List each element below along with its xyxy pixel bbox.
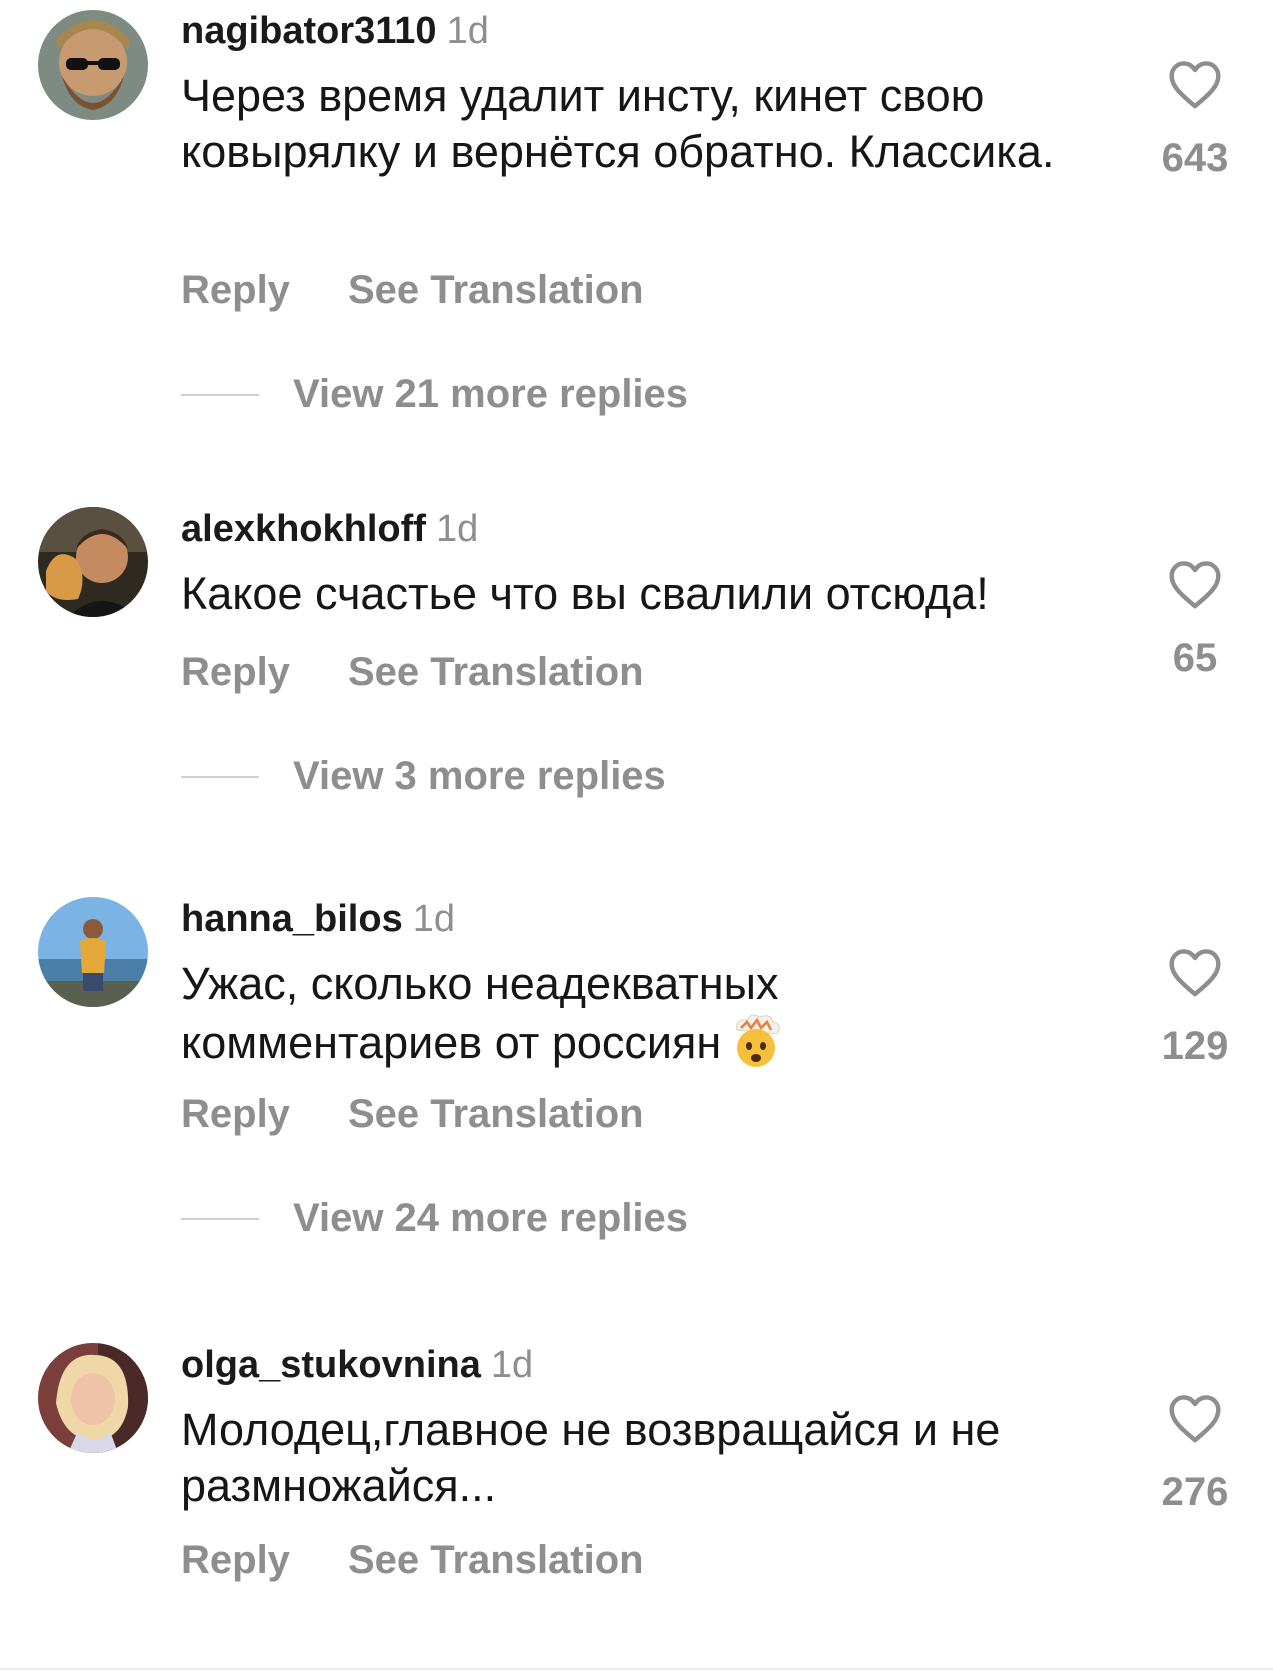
like-count: 643 bbox=[1161, 136, 1229, 180]
reply-button[interactable]: Reply bbox=[181, 1092, 290, 1137]
see-translation-button[interactable]: See Translation bbox=[348, 1538, 644, 1583]
timestamp: 1d bbox=[435, 508, 479, 550]
comment-header: alexkhokhloff 1d bbox=[181, 508, 478, 551]
avatar-photo-icon bbox=[38, 897, 148, 1007]
avatar-photo-icon bbox=[38, 1343, 148, 1453]
reply-button[interactable]: Reply bbox=[181, 268, 290, 313]
avatar-photo-icon bbox=[38, 10, 148, 120]
see-translation-button[interactable]: See Translation bbox=[348, 268, 644, 313]
comment-text: Через время удалит инсту, кинет свою ков… bbox=[181, 70, 1055, 177]
view-more-replies-label[interactable]: View 21 more replies bbox=[293, 372, 688, 417]
comment-actions: Reply See Translation bbox=[181, 1092, 644, 1137]
bottom-divider bbox=[0, 1668, 1273, 1670]
avatar[interactable] bbox=[38, 1343, 148, 1453]
avatar[interactable] bbox=[38, 10, 148, 120]
see-translation-button[interactable]: See Translation bbox=[348, 1092, 644, 1137]
comment-actions: Reply See Translation bbox=[181, 650, 644, 695]
heart-outline-icon[interactable] bbox=[1167, 558, 1223, 610]
comment-text-content: Ужас, сколько неадекватных комментариев … bbox=[181, 958, 779, 1068]
like-control: 276 bbox=[1130, 1392, 1260, 1515]
comment-text: Ужас, сколько неадекватных комментариев … bbox=[181, 956, 901, 1071]
avatar[interactable] bbox=[38, 507, 148, 617]
username[interactable]: alexkhokhloff bbox=[181, 508, 426, 550]
heart-outline-icon[interactable] bbox=[1167, 1392, 1223, 1444]
timestamp: 1d bbox=[446, 10, 489, 52]
like-count: 129 bbox=[1161, 1024, 1229, 1068]
comment-header: hanna_bilos 1d bbox=[181, 898, 455, 941]
view-more-replies[interactable]: View 21 more replies bbox=[181, 372, 688, 417]
comment-header: olga_stukovnina 1d bbox=[181, 1344, 533, 1387]
like-control: 65 bbox=[1130, 558, 1260, 681]
comment-actions: Reply See Translation bbox=[181, 1538, 644, 1583]
divider-line bbox=[181, 1217, 259, 1220]
reply-button[interactable]: Reply bbox=[181, 1538, 290, 1583]
comment-text: Молодец,главное не возвращайся и не разм… bbox=[181, 1404, 1001, 1511]
comment-header: nagibator3110 1d bbox=[181, 10, 489, 53]
heart-outline-icon[interactable] bbox=[1167, 946, 1223, 998]
comment-actions: Reply See Translation bbox=[181, 268, 644, 313]
exploding-head-emoji-icon bbox=[727, 1012, 785, 1070]
username[interactable]: olga_stukovnina bbox=[181, 1344, 481, 1386]
timestamp: 1d bbox=[412, 898, 455, 940]
view-more-replies[interactable]: View 24 more replies bbox=[181, 1196, 688, 1241]
like-control: 129 bbox=[1130, 946, 1260, 1069]
like-control: 643 bbox=[1130, 58, 1260, 181]
username[interactable]: hanna_bilos bbox=[181, 898, 403, 940]
timestamp: 1d bbox=[490, 1344, 534, 1386]
avatar[interactable] bbox=[38, 897, 148, 1007]
like-count: 276 bbox=[1161, 1470, 1229, 1514]
reply-button[interactable]: Reply bbox=[181, 650, 290, 695]
divider-line bbox=[181, 393, 259, 396]
comment-text: Какое счастье что вы свалили отсюда! bbox=[181, 568, 989, 619]
like-count: 65 bbox=[1172, 636, 1218, 680]
username[interactable]: nagibator3110 bbox=[181, 10, 437, 52]
heart-outline-icon[interactable] bbox=[1167, 58, 1223, 110]
avatar-photo-icon bbox=[38, 507, 148, 617]
view-more-replies-label[interactable]: View 3 more replies bbox=[293, 754, 666, 799]
view-more-replies[interactable]: View 3 more replies bbox=[181, 754, 666, 799]
divider-line bbox=[181, 775, 259, 778]
see-translation-button[interactable]: See Translation bbox=[348, 650, 644, 695]
view-more-replies-label[interactable]: View 24 more replies bbox=[293, 1196, 688, 1241]
